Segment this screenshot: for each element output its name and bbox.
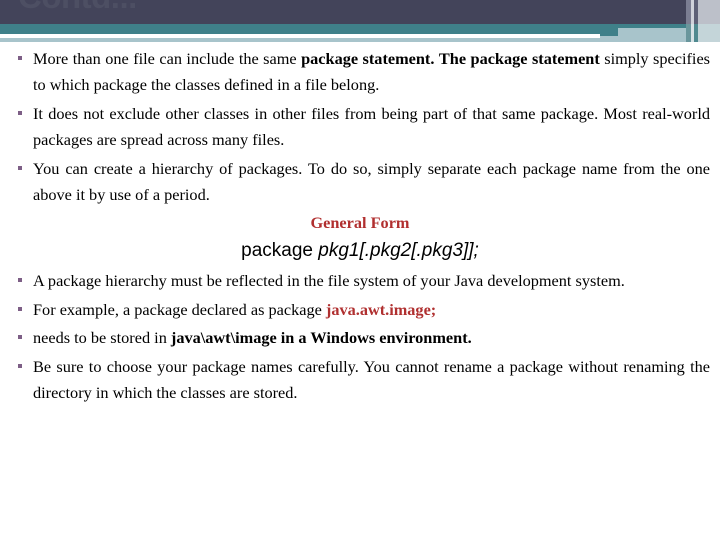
bullet-text-segment: java\awt\image in a Windows environment. [170,328,472,348]
header-band-white-gap [0,34,600,38]
bullet-text-segment: For example, a package declared as packa… [33,299,326,319]
bullet-hierarchy: You can create a hierarchy of packages. … [0,156,720,209]
bullet-text-segment: A package hierarchy must be reflected in… [33,271,625,291]
bullet-list-bottom: A package hierarchy must be reflected in… [0,268,720,406]
bullet-dot-icon [18,110,22,115]
bullet-text-segment: It does not exclude other classes in oth… [33,103,710,150]
bullet-dot-icon [18,363,22,368]
bullet-example: For example, a package declared as packa… [0,297,720,323]
bullet-text-segment: java.awt.image; [325,299,437,319]
bullet-text-segment: The package statement [438,49,600,68]
bullet-not-exclude: It does not exclude other classes in oth… [0,101,720,154]
bullet-text-segment: Be sure to choose your package names car… [33,356,710,403]
slide-title: Contd... [18,0,137,16]
general-form-syntax: package pkg1[.pkg2[.pkg3]]; [0,236,720,265]
general-form-keyword: package [241,240,319,262]
bullet-package-statement: More than one file can include the same … [0,46,720,99]
bullet-dot-icon [18,165,22,170]
header-stripe-lower-4 [698,24,720,42]
bullet-text-segment: package statement. [301,49,435,68]
bullet-dot-icon [18,335,22,340]
general-form-argument: pkg1[.pkg2[.pkg3]]; [318,240,479,262]
bullet-dot-icon [18,278,22,283]
bullet-dot-icon [18,306,22,311]
bullet-text-segment: You can create a hierarchy of packages. … [33,158,710,205]
bullet-windows-path: needs to be stored in java\awt\image in … [0,325,720,351]
bullet-dot-icon [18,56,22,60]
bullet-list-top: More than one file can include the same … [0,46,720,208]
general-form-label: General Form [310,213,410,233]
bullet-rename-warning: Be sure to choose your package names car… [0,354,720,407]
bullet-file-system: A package hierarchy must be reflected in… [0,268,720,294]
bullet-text-segment: More than one file can include the same [33,49,302,68]
slide-header-banner: Contd... [0,0,720,44]
slide-body: More than one file can include the same … [0,46,720,408]
bullet-text-segment: needs to be stored in [33,328,171,348]
